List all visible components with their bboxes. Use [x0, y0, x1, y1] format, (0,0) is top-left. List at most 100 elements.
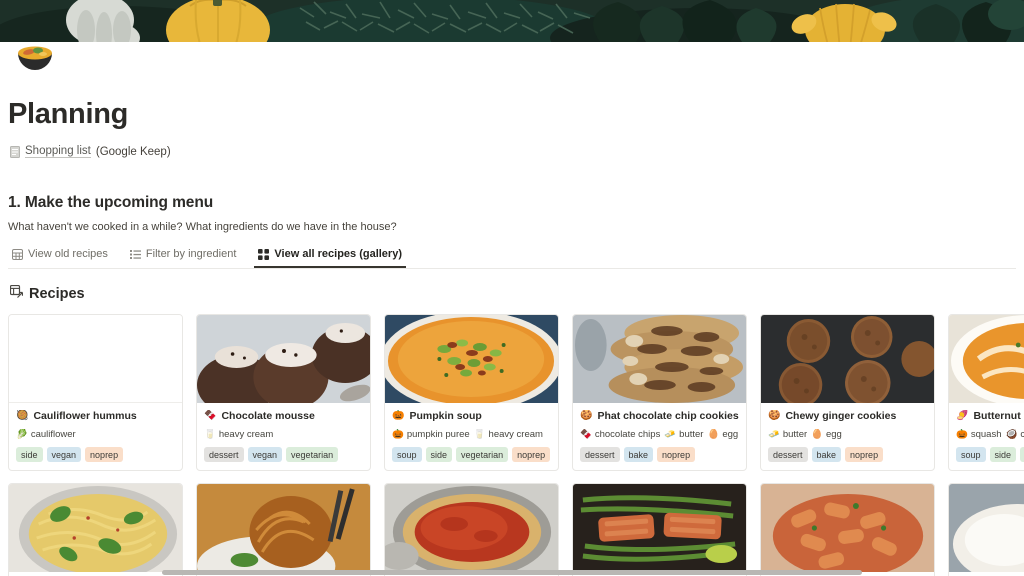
recipe-card[interactable]: 🐟 Baked salmon and asparagus — [572, 483, 747, 576]
ingredient-label: heavy cream — [218, 429, 274, 440]
tag[interactable]: side — [989, 447, 1017, 463]
recipe-title: Chocolate mousse — [221, 410, 315, 422]
section-description: What haven't we cooked in a while? What … — [8, 221, 397, 233]
view-tabs: View old recipes Filter by ingredient Vi… — [8, 245, 1016, 269]
recipe-card[interactable]: 🍪 Phat chocolate chip cookies 🍫 chocolate… — [572, 314, 747, 472]
tag[interactable]: vegan — [46, 447, 82, 463]
tag[interactable]: noprep — [657, 447, 696, 463]
tag[interactable]: soup — [392, 447, 422, 463]
chocolate-chips-icon: 🍫 — [580, 429, 592, 440]
tag[interactable]: vegetarian — [456, 447, 509, 463]
tag[interactable]: noprep — [845, 447, 884, 463]
horizontal-scrollbar[interactable] — [0, 569, 1024, 576]
recipe-title: Chewy ginger cookies — [785, 410, 897, 422]
recipe-card[interactable]: 🍝 Hummus spinach pasta — [8, 483, 183, 576]
recipe-card[interactable]: 🍪 Chewy ginger cookies 🧈 butter 🥚 egg dess… — [760, 314, 935, 472]
database-heading[interactable]: Recipes — [9, 284, 1024, 302]
table-icon — [12, 248, 23, 260]
garlic-noodles-photo — [197, 484, 370, 573]
egg-icon: 🥚 — [811, 429, 823, 440]
recipe-card[interactable]: 🥦 Teriyaki tofu a — [948, 483, 1024, 576]
recipe-gallery: 🥘 Cauliflower hummus 🥬 cauliflower side v… — [0, 314, 1024, 576]
tag[interactable]: dessert — [580, 447, 620, 463]
tag[interactable]: veg — [1020, 447, 1024, 463]
tag-row: side vegan noprep — [16, 447, 175, 463]
tab-view-old-recipes[interactable]: View old recipes — [8, 245, 112, 268]
ingredient-label: squash — [970, 429, 1002, 440]
tab-label: Filter by ingredient — [145, 248, 237, 260]
ingredient-label: butter — [679, 429, 704, 440]
ginger-cookies-photo — [761, 315, 934, 403]
milk-icon: 🥛 — [473, 429, 486, 440]
rigatoni-photo — [761, 484, 934, 573]
gallery-icon — [258, 248, 270, 260]
tag[interactable]: soup — [956, 447, 986, 463]
ingredients-row: 🥬 cauliflower — [16, 429, 175, 440]
milk-icon: 🥛 — [204, 429, 216, 440]
recipe-title: Cauliflower hummus — [33, 410, 137, 422]
page-title: Planning — [8, 98, 129, 130]
database-title: Recipes — [29, 285, 85, 302]
coconut-icon: 🥥 — [1005, 429, 1018, 440]
recipe-card[interactable]: 🍜 Szechuan garlic noodles — [196, 483, 371, 576]
shopping-list-source: (Google Keep) — [95, 145, 171, 158]
tag-row: dessert vegan vegetarian — [204, 447, 363, 463]
tab-filter-by-ingredient[interactable]: Filter by ingredient — [126, 245, 241, 268]
card-cover-image — [385, 484, 558, 573]
shopping-list-link[interactable]: Shopping list — [25, 145, 91, 158]
section-heading: 1. Make the upcoming menu — [8, 194, 214, 211]
pizza-crust-photo — [385, 484, 558, 573]
butternut-squash-soup-photo — [949, 315, 1024, 403]
tag[interactable]: vegetarian — [286, 447, 339, 463]
card-cover-image — [761, 484, 934, 573]
scrollbar-thumb[interactable] — [162, 570, 862, 575]
tag[interactable]: bake — [811, 447, 842, 463]
chocolate-mousse-photo — [197, 315, 370, 403]
banner-illustration — [0, 0, 1024, 42]
recipe-card[interactable]: 🍕 Pizza crust — [384, 483, 559, 576]
tag[interactable]: noprep — [85, 447, 124, 463]
linked-database-icon — [9, 284, 24, 302]
tag[interactable]: side — [425, 447, 453, 463]
tag[interactable]: vegan — [247, 447, 283, 463]
page-icon[interactable] — [12, 31, 58, 77]
ingredient-label: egg — [825, 429, 842, 440]
tag[interactable]: dessert — [204, 447, 244, 463]
tab-view-all-recipes-gallery[interactable]: View all recipes (gallery) — [254, 245, 406, 268]
tag-row: soup side vegetarian noprep — [392, 447, 551, 463]
card-cover-image — [197, 315, 370, 403]
recipe-title-row: 🥘 Cauliflower hummus — [16, 410, 175, 422]
recipe-card[interactable]: 🥘 Cauliflower hummus 🥬 cauliflower side v… — [8, 314, 183, 472]
squash-slice-icon: 🍠 — [956, 410, 969, 421]
ingredients-row: 🥛 heavy cream — [204, 429, 363, 440]
recipe-title: Butternut squa — [973, 410, 1024, 422]
cookie-icon: 🍪 — [580, 410, 593, 421]
recipe-card[interactable]: 🍝 Spicy rigatoni — [760, 483, 935, 576]
shopping-list-line: Shopping list (Google Keep) — [10, 145, 1024, 158]
tag[interactable]: bake — [623, 447, 654, 463]
tag[interactable]: side — [16, 447, 43, 463]
recipe-title-row: 🍪 Chewy ginger cookies — [768, 410, 927, 422]
recipe-card[interactable]: 🎃 Pumpkin soup 🎃 pumpkin puree 🥛 heavy cre… — [384, 314, 559, 472]
pumpkin-icon: 🎃 — [956, 429, 968, 440]
ingredient-label: egg — [722, 429, 739, 440]
ingredient-label: cocon — [1020, 429, 1024, 440]
recipe-title-row: 🍪 Phat chocolate chip cookies — [580, 410, 739, 422]
ingredients-row: 🎃 pumpkin puree 🥛 heavy cream — [392, 429, 551, 440]
ingredient-label: butter — [782, 429, 808, 440]
tag[interactable]: noprep — [512, 447, 551, 463]
tag[interactable]: dessert — [768, 447, 808, 463]
card-cover-image — [573, 315, 746, 403]
tag-row: soup side veg — [956, 447, 1024, 463]
recipe-card[interactable]: 🍫 Chocolate mousse 🥛 heavy cream dessert … — [196, 314, 371, 472]
tag-row: dessert bake noprep — [768, 447, 927, 463]
tag-row: dessert bake noprep — [580, 447, 739, 463]
ingredients-row: 🧈 butter 🥚 egg — [768, 429, 927, 440]
teriyaki-tofu-photo — [949, 484, 1024, 573]
butter-icon: 🧈 — [664, 429, 677, 440]
butter-icon: 🧈 — [768, 429, 780, 440]
chocolate-chip-cookies-photo — [573, 315, 746, 403]
recipe-card[interactable]: 🍠 Butternut squa 🎃squash 🥥cocon soup sid… — [948, 314, 1024, 472]
page-cover-banner[interactable] — [0, 0, 1024, 42]
ingredient-label: cauliflower — [30, 429, 76, 440]
